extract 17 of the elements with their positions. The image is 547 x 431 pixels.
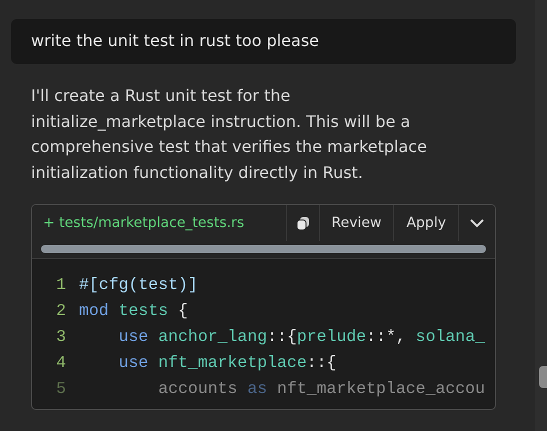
line-number: 5 (55, 378, 67, 400)
chevron-down-icon (470, 218, 484, 228)
code-line: mod tests { (79, 300, 188, 322)
code-line: accounts as nft_marketplace_accou (157, 378, 485, 400)
code-line: use anchor_lang::{prelude::*, solana_ (118, 326, 485, 348)
assistant-reply: I'll create a Rust unit test for the initialize_marketplace instruction. This will be a comprehensive test that verifies the marketplace initialization functionality directly in Rust. (31, 85, 428, 184)
code-line: use nft_marketplace::{ (118, 352, 336, 374)
line-number: 3 (55, 326, 67, 348)
line-number: 1 (55, 274, 67, 296)
code-line: #[cfg(test)] (79, 274, 198, 296)
line-number: 2 (55, 300, 67, 322)
file-name: + tests/marketplace_tests.rs (42, 214, 246, 233)
line-number: 4 (55, 352, 67, 374)
copy-icon (296, 216, 310, 230)
user-message: write the unit test in rust too please (31, 31, 320, 50)
scrollbar-thumb[interactable] (539, 366, 547, 388)
horizontal-scrollbar[interactable] (41, 245, 486, 253)
